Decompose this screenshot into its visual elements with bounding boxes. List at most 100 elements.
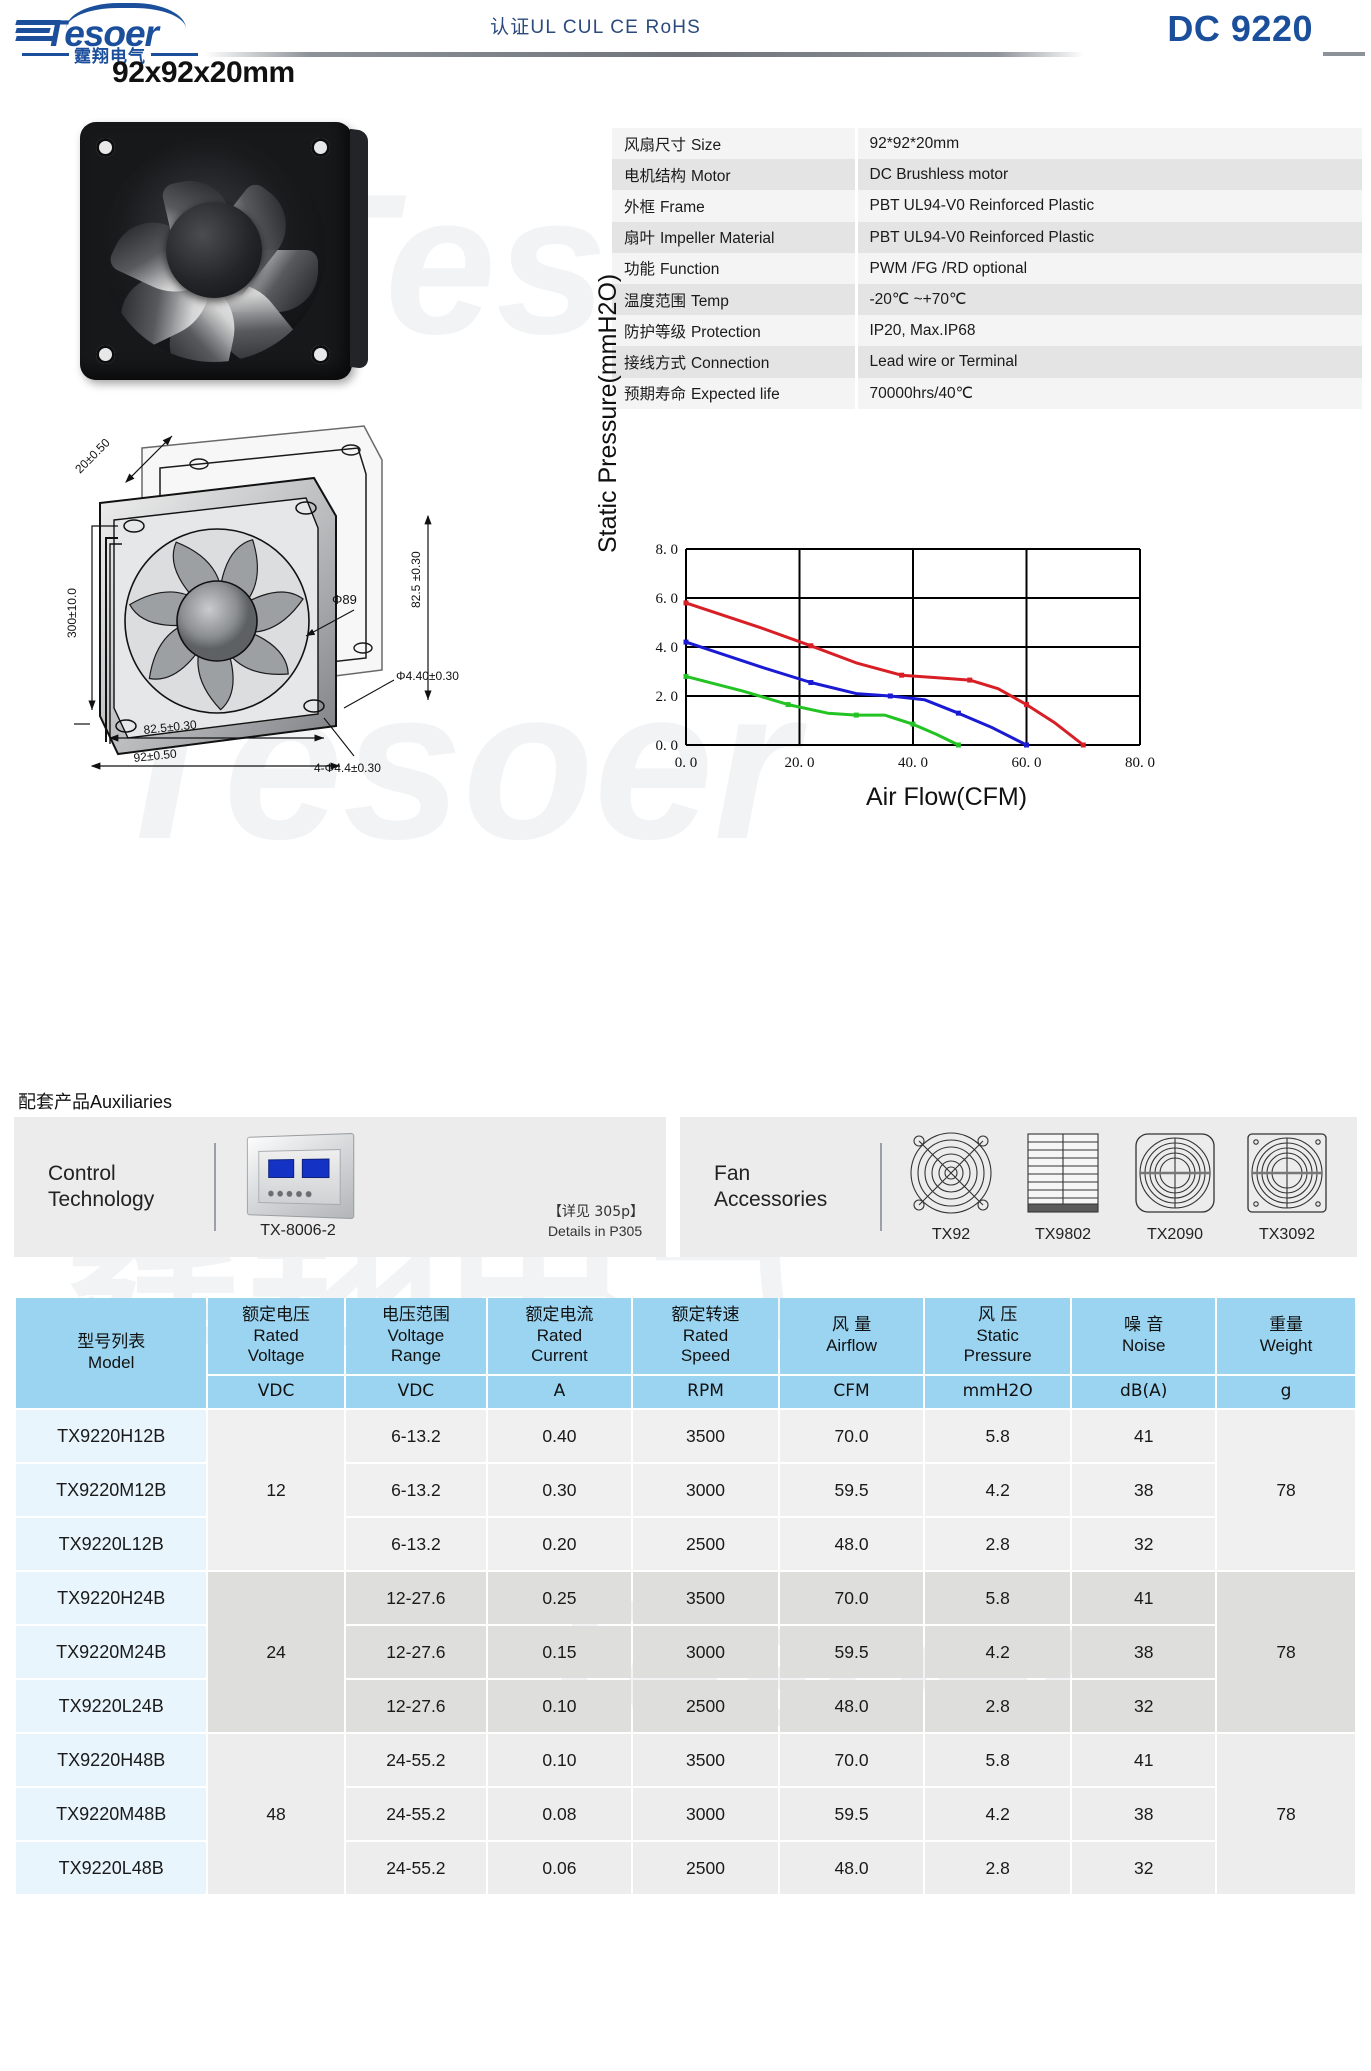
- chart-data-point: [683, 600, 689, 606]
- fan-product-photo: [80, 122, 352, 380]
- cell-rated-current: 0.06: [488, 1842, 631, 1894]
- dim-impeller-label: Φ89: [332, 592, 357, 607]
- control-technology-section: Control Technology TX-8006-2 【详见 305p】 D…: [14, 1117, 666, 1257]
- chart-data-point: [785, 702, 791, 708]
- cell-airflow: 48.0: [780, 1518, 923, 1570]
- fan-accessory-name: TX9802: [1034, 1226, 1092, 1243]
- performance-chart: Static Pressure(mmH2O) Air Flow(CFM) 0. …: [594, 274, 1300, 835]
- cell-voltage-range: 24-55.2: [345, 1842, 487, 1894]
- unit-rated-current: A: [488, 1376, 631, 1408]
- chart-x-tick: 0. 0: [675, 755, 698, 771]
- col-header-nz-en: Noise: [1121, 1336, 1166, 1355]
- chart-data-point: [853, 712, 859, 718]
- col-header-vr-en2: Range: [390, 1345, 441, 1365]
- table-row: TX9220H24B 24 12-27.6 0.25 3500 70.0 5.8 41 78: [16, 1572, 1355, 1732]
- cell-weight: 78: [1217, 1410, 1355, 1570]
- unit-weight: g: [1217, 1376, 1355, 1408]
- product-size-title: 92x92x20mm: [112, 56, 295, 89]
- col-header-rated-current: 额定电流 Rated Current: [488, 1298, 631, 1374]
- col-header-rated-speed: 额定转速 Rated Speed: [632, 1298, 779, 1374]
- header-rule-left: [204, 52, 1084, 57]
- spec-key: 外框 Frame: [612, 190, 858, 222]
- company-logo: Tesoer 霆翔电气: [8, 2, 204, 67]
- fan-accessory-name: TX3092: [1258, 1226, 1316, 1243]
- col-header-wt-en: Weight: [1259, 1336, 1313, 1355]
- control-item[interactable]: TX-8006-2: [242, 1132, 355, 1240]
- spec-key: 防护等级 Protection: [612, 315, 858, 347]
- cell-rated-current: 0.15: [488, 1626, 631, 1678]
- col-header-rv-cn: 额定电压: [242, 1305, 311, 1326]
- cell-model: TX9220H12B: [16, 1410, 207, 1462]
- cell-airflow: 48.0: [780, 1842, 923, 1894]
- chart-x-axis-label: Air Flow(CFM): [866, 783, 1028, 811]
- cell-rated-current: 0.10: [488, 1734, 631, 1786]
- cell-model: TX9220L12B: [16, 1518, 207, 1570]
- cell-noise: 41: [1072, 1734, 1216, 1786]
- fan-accessory-item[interactable]: TX2090: [1132, 1130, 1218, 1244]
- fan-accessory-item[interactable]: TX9802: [1020, 1130, 1106, 1244]
- certification-text: 认证UL CUL CE RoHS: [490, 12, 701, 39]
- cell-airflow: 70.0: [780, 1572, 923, 1624]
- cell-noise: 32: [1072, 1842, 1216, 1894]
- col-header-rv-en1: Rated: [253, 1326, 299, 1346]
- cell-rated-speed: 2500: [632, 1680, 779, 1732]
- fan-accessory-item[interactable]: TX3092: [1244, 1130, 1330, 1244]
- cell-model: TX9220H48B: [16, 1734, 207, 1786]
- cell-noise: 38: [1072, 1464, 1216, 1516]
- col-header-rc-en1: Rated: [536, 1326, 583, 1346]
- chart-series-line: [684, 601, 1085, 747]
- spec-value: PBT UL94-V0 Reinforced Plastic: [856, 190, 1362, 222]
- mounting-hole: [96, 345, 115, 364]
- cell-model: TX9220M24B: [16, 1626, 207, 1678]
- cell-static-pressure: 4.2: [924, 1464, 1071, 1516]
- col-header-airflow: 风 量 Airflow: [780, 1298, 923, 1374]
- chart-data-point: [1080, 742, 1086, 748]
- wire-finger-guard-icon: [910, 1132, 992, 1214]
- chart-data-point: [899, 672, 905, 678]
- spec-row: 接线方式 Connection Lead wire or Terminal: [612, 346, 1362, 378]
- col-header-model-cn: 型号列表: [77, 1332, 146, 1353]
- louvered-grill-icon: [1027, 1133, 1099, 1213]
- chart-data-point: [910, 721, 916, 727]
- cell-rated-voltage: 12: [208, 1410, 344, 1570]
- auxiliaries-title: 配套产品Auxiliaries: [18, 1088, 172, 1114]
- fan-accessory-name: TX92: [931, 1226, 971, 1243]
- cell-model: TX9220L24B: [16, 1680, 207, 1732]
- control-caption-line2: Technology: [48, 1188, 155, 1211]
- col-header-weight: 重量 Weight: [1217, 1298, 1355, 1374]
- table-row: TX9220H12B 12 6-13.2 0.40 3500 70.0 5.8 41 78: [16, 1410, 1355, 1570]
- col-header-rs-en1: Rated: [682, 1326, 729, 1346]
- control-technology-caption: Control Technology: [14, 1161, 214, 1214]
- chart-y-tick: 6. 0: [656, 591, 679, 607]
- fan-accessory-item[interactable]: TX92: [908, 1130, 994, 1244]
- cell-model: TX9220M48B: [16, 1788, 207, 1840]
- mounting-hole: [311, 345, 330, 364]
- logo-dash-left: [22, 53, 69, 56]
- auxiliaries-title-en: Auxiliaries: [90, 1092, 173, 1112]
- col-header-rs-cn: 额定转速: [671, 1305, 740, 1326]
- cell-airflow: 70.0: [780, 1410, 923, 1462]
- fan-accessories-caption: Fan Accessories: [680, 1161, 880, 1214]
- cell-static-pressure: 2.8: [924, 1518, 1071, 1570]
- col-header-vr-en1: Voltage: [387, 1326, 445, 1346]
- controller-device-icon: [246, 1132, 355, 1219]
- fan-accessories-section: Fan Accessories TX92 TX9802 TX2090 TX309…: [680, 1117, 1357, 1257]
- unit-rated-voltage: VDC: [208, 1376, 344, 1408]
- col-header-rs-en2: Speed: [680, 1345, 731, 1365]
- fan-hub: [166, 202, 262, 298]
- unit-noise: dB(A): [1072, 1376, 1216, 1408]
- cell-rated-speed: 3000: [632, 1626, 779, 1678]
- chart-data-point: [683, 673, 689, 679]
- col-header-voltage-range: 电压范围 Voltage Range: [345, 1298, 487, 1374]
- col-header-noise: 噪 音 Noise: [1072, 1298, 1216, 1374]
- cell-rated-voltage: 48: [208, 1734, 344, 1894]
- chart-y-tick: 8. 0: [656, 542, 679, 558]
- fan-acc-caption-line2: Accessories: [714, 1188, 828, 1211]
- spec-key: 接线方式 Connection: [612, 346, 858, 378]
- cell-static-pressure: 5.8: [924, 1734, 1071, 1786]
- table-header-row-units: VDC VDC A RPM CFM mmH2O dB(A) g: [16, 1376, 1355, 1408]
- page-title: DC 9220: [1167, 8, 1313, 49]
- col-header-rc-en2: Current: [531, 1345, 588, 1365]
- cell-airflow: 59.5: [780, 1626, 923, 1678]
- col-header-nz-cn: 噪 音: [1124, 1315, 1164, 1336]
